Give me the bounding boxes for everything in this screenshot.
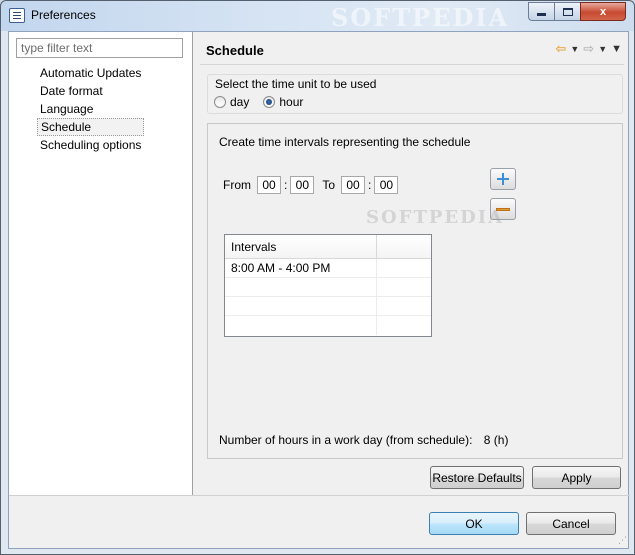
to-hours-input[interactable]: 00 <box>341 176 366 194</box>
forward-history-chevron-icon[interactable]: ▼ <box>598 42 607 56</box>
header-separator <box>200 64 624 65</box>
from-label: From <box>223 178 251 192</box>
interval-cell[interactable]: 8:00 AM - 4:00 PM <box>225 259 377 277</box>
table-row[interactable] <box>225 278 431 297</box>
back-arrow-icon[interactable]: ⇦ <box>555 42 566 56</box>
ok-button[interactable]: OK <box>429 512 519 535</box>
add-interval-button[interactable] <box>490 168 516 190</box>
table-header-filler <box>377 235 431 258</box>
tree-item-language[interactable]: Language <box>37 100 144 118</box>
back-history-chevron-icon[interactable]: ▼ <box>570 42 579 56</box>
restore-defaults-button[interactable]: Restore Defaults <box>430 466 524 489</box>
plus-icon <box>496 172 510 186</box>
radio-day-indicator[interactable] <box>214 96 226 108</box>
interval-cell[interactable] <box>225 316 377 335</box>
app-icon[interactable] <box>9 8 25 23</box>
tree-item-schedule[interactable]: Schedule <box>37 118 145 136</box>
to-label: To <box>322 178 336 192</box>
title-bar[interactable]: Preferences SOFTPEDIA x <box>1 1 634 32</box>
table-row[interactable] <box>225 316 431 335</box>
interval-time-row: From 00 : 00 To 00 : 00 <box>223 176 399 194</box>
radio-day-label: day <box>230 95 250 109</box>
from-minutes-input[interactable]: 00 <box>290 176 315 194</box>
radio-hour[interactable]: hour <box>263 95 303 109</box>
page-title: Schedule <box>206 43 264 58</box>
view-menu-chevron-down-icon[interactable]: ▼ <box>611 42 622 56</box>
interval-group-label: Create time intervals representing the s… <box>219 135 471 149</box>
intervals-column-header[interactable]: Intervals <box>225 235 377 258</box>
maximize-button[interactable] <box>554 2 581 21</box>
work-day-hours-label: Number of hours in a work day (from sche… <box>219 433 473 447</box>
minus-icon <box>496 207 510 211</box>
remove-interval-button[interactable] <box>490 198 516 220</box>
time-unit-label: Select the time unit to be used <box>215 77 377 91</box>
interval-cell[interactable] <box>225 297 377 315</box>
table-row[interactable] <box>225 297 431 316</box>
work-day-hours-value: 8 (h) <box>483 433 509 447</box>
time-unit-group: Select the time unit to be used day hour <box>207 74 623 114</box>
to-minutes-input[interactable]: 00 <box>374 176 399 194</box>
cancel-button[interactable]: Cancel <box>526 512 616 535</box>
dialog-body: Automatic Updates Date format Language S… <box>8 31 630 549</box>
tree-item-scheduling-options[interactable]: Scheduling options <box>37 136 144 154</box>
footer-separator <box>9 495 630 496</box>
time-colon: : <box>368 178 372 192</box>
window-title: Preferences <box>31 8 96 22</box>
resize-grip-icon[interactable]: ⋰ <box>618 535 627 546</box>
table-filler-cell <box>377 297 431 315</box>
preference-page: Schedule ⇦ ▼ ⇨ ▼ ▼ Select the time unit … <box>194 32 630 495</box>
radio-hour-label: hour <box>279 95 304 109</box>
close-button[interactable]: x <box>580 2 626 21</box>
preferences-window: Preferences SOFTPEDIA x Automatic Update… <box>0 0 635 555</box>
preference-tree-pane: Automatic Updates Date format Language S… <box>9 32 193 495</box>
watermark: SOFTPEDIA <box>331 3 510 32</box>
table-filler-cell <box>377 278 431 296</box>
maximize-icon <box>562 7 573 16</box>
close-icon: x <box>599 5 607 18</box>
minimize-button[interactable] <box>528 2 555 21</box>
table-row[interactable]: 8:00 AM - 4:00 PM <box>225 259 431 278</box>
page-navigation: ⇦ ▼ ⇨ ▼ ▼ <box>555 42 622 56</box>
preference-tree: Automatic Updates Date format Language S… <box>37 64 145 154</box>
radio-day[interactable]: day <box>214 95 249 109</box>
tree-item-automatic-updates[interactable]: Automatic Updates <box>37 64 144 82</box>
minimize-icon <box>537 13 546 16</box>
apply-button[interactable]: Apply <box>532 466 621 489</box>
work-day-hours: Number of hours in a work day (from sche… <box>219 433 508 447</box>
tree-item-date-format[interactable]: Date format <box>37 82 144 100</box>
table-header: Intervals <box>225 235 431 259</box>
table-filler-cell <box>377 259 431 277</box>
interval-cell[interactable] <box>225 278 377 296</box>
forward-arrow-icon[interactable]: ⇨ <box>583 42 594 56</box>
filter-input[interactable] <box>16 38 183 58</box>
table-filler-cell <box>377 316 431 335</box>
from-hours-input[interactable]: 00 <box>257 176 281 194</box>
time-unit-options: day hour <box>214 95 303 109</box>
radio-hour-indicator[interactable] <box>263 96 276 108</box>
intervals-table[interactable]: Intervals 8:00 AM - 4:00 PM <box>224 234 432 337</box>
interval-group: Create time intervals representing the s… <box>207 123 623 459</box>
time-colon: : <box>284 178 288 192</box>
